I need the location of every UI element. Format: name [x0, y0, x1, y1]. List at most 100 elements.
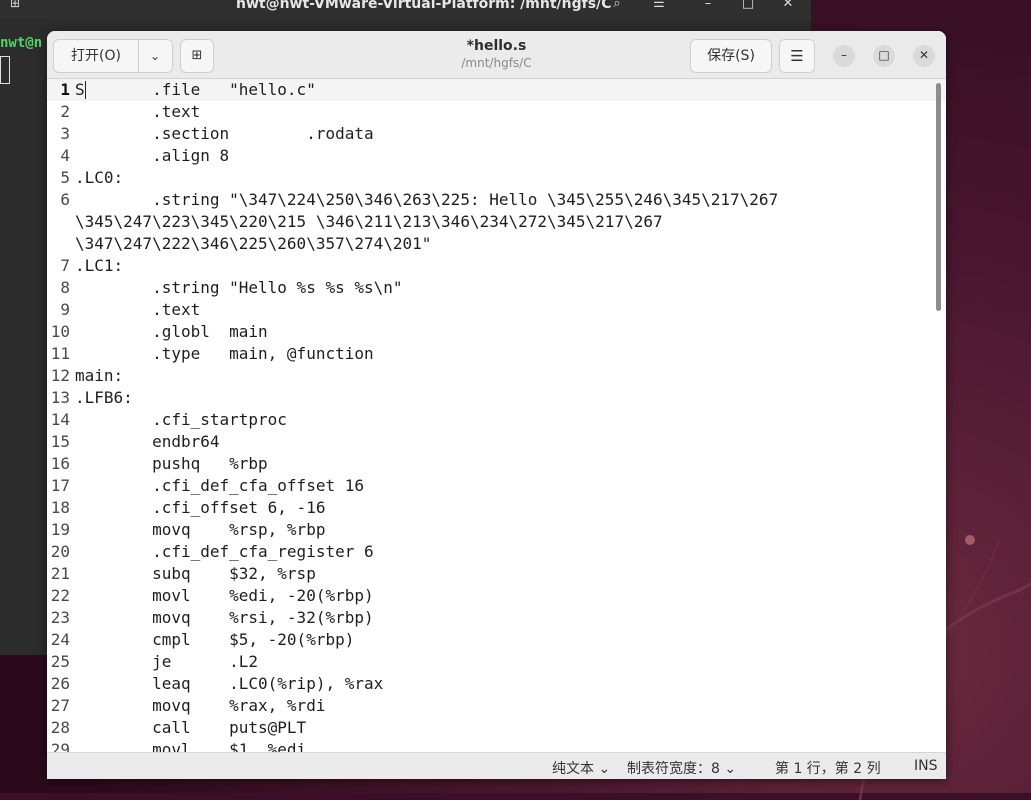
line-number: 3 — [60, 124, 70, 143]
code-line[interactable]: 9 .text — [47, 299, 946, 321]
code-line[interactable]: 21 subq $32, %rsp — [47, 563, 946, 585]
code-line[interactable]: 20 .cfi_def_cfa_register 6 — [47, 541, 946, 563]
line-text[interactable]: call puts@PLT — [75, 717, 306, 739]
text-editor-window: 打开(O) ⌄ ⊞ *hello.s /mnt/hgfs/C 保存(S) ☰ –… — [47, 31, 946, 779]
line-text[interactable]: .LC0: — [75, 167, 123, 189]
code-line[interactable]: 26 leaq .LC0(%rip), %rax — [47, 673, 946, 695]
hamburger-menu-icon[interactable]: ☰ — [648, 0, 670, 11]
line-text[interactable]: movq %rsp, %rbp — [75, 519, 325, 541]
code-line[interactable]: 10 .globl main — [47, 321, 946, 343]
line-text[interactable]: leaq .LC0(%rip), %rax — [75, 673, 383, 695]
editor-headerbar: 打开(O) ⌄ ⊞ *hello.s /mnt/hgfs/C 保存(S) ☰ –… — [47, 31, 946, 79]
line-text[interactable]: cmpl $5, -20(%rbp) — [75, 629, 354, 651]
line-text[interactable]: endbr64 — [75, 431, 219, 453]
line-number: 29 — [50, 740, 70, 752]
code-line[interactable]: 1 S .file "hello.c" — [47, 79, 946, 101]
line-number: 18 — [50, 498, 70, 517]
code-line[interactable]: 24 cmpl $5, -20(%rbp) — [47, 629, 946, 651]
line-text[interactable]: .text — [75, 299, 200, 321]
minimize-icon[interactable]: – — [697, 0, 719, 11]
code-line[interactable]: 19 movq %rsp, %rbp — [47, 519, 946, 541]
code-line[interactable]: 12 main: — [47, 365, 946, 387]
line-number: 14 — [50, 410, 70, 429]
line-text[interactable]: S .file "hello.c" — [75, 79, 316, 101]
line-text[interactable]: je .L2 — [75, 651, 258, 673]
line-number: 9 — [60, 300, 70, 319]
line-text[interactable]: movq %rsi, -32(%rbp) — [75, 607, 374, 629]
code-line[interactable]: 17 .cfi_def_cfa_offset 16 — [47, 475, 946, 497]
terminal-cursor — [0, 56, 10, 84]
line-text[interactable]: .cfi_def_cfa_offset 16 — [75, 475, 364, 497]
line-text[interactable]: .globl main — [75, 321, 268, 343]
search-icon[interactable]: ⌕ — [606, 0, 628, 11]
new-tab-icon[interactable]: ⊞ — [10, 0, 30, 14]
code-line[interactable]: \345\247\223\345\220\215 \346\211\213\34… — [47, 211, 946, 233]
text-caret — [85, 81, 86, 99]
hamburger-menu-icon[interactable]: ☰ — [779, 39, 815, 73]
line-number: 5 — [60, 168, 70, 187]
code-line[interactable]: 23 movq %rsi, -32(%rbp) — [47, 607, 946, 629]
line-number: 2 — [60, 102, 70, 121]
line-text[interactable]: \347\247\222\346\225\260\357\274\201" — [75, 233, 431, 255]
chevron-down-icon: ⌄ — [598, 761, 611, 777]
code-line[interactable]: 14 .cfi_startproc — [47, 409, 946, 431]
code-line[interactable]: 3 .section .rodata — [47, 123, 946, 145]
code-line[interactable]: 6 .string "\347\224\250\346\263\225: Hel… — [47, 189, 946, 211]
code-line[interactable]: 28 call puts@PLT — [47, 717, 946, 739]
code-line[interactable]: 22 movl %edi, -20(%rbp) — [47, 585, 946, 607]
code-line[interactable]: 2 .text — [47, 101, 946, 123]
line-number: 11 — [50, 344, 70, 363]
code-line[interactable]: 15 endbr64 — [47, 431, 946, 453]
minimize-icon[interactable]: – — [833, 45, 855, 67]
code-line[interactable]: 5 .LC0: — [47, 167, 946, 189]
line-text[interactable]: .string "Hello %s %s %s\n" — [75, 277, 402, 299]
cursor-position[interactable]: 第 1 行，第 2 列 — [775, 758, 881, 778]
line-number: 22 — [50, 586, 70, 605]
line-text[interactable]: .string "\347\224\250\346\263\225: Hello… — [75, 189, 778, 211]
line-number: 26 — [50, 674, 70, 693]
line-number: 7 — [60, 256, 70, 275]
code-line[interactable]: 16 pushq %rbp — [47, 453, 946, 475]
code-line[interactable]: 7 .LC1: — [47, 255, 946, 277]
code-line[interactable]: 4 .align 8 — [47, 145, 946, 167]
line-number: 15 — [50, 432, 70, 451]
line-number: 24 — [50, 630, 70, 649]
line-text[interactable]: .align 8 — [75, 145, 229, 167]
code-line[interactable]: 18 .cfi_offset 6, -16 — [47, 497, 946, 519]
code-line[interactable]: \347\247\222\346\225\260\357\274\201" — [47, 233, 946, 255]
close-icon[interactable]: ✕ — [913, 45, 935, 67]
line-text[interactable]: .cfi_offset 6, -16 — [75, 497, 325, 519]
code-line[interactable]: 29 movl $1, %edi — [47, 739, 946, 752]
save-button[interactable]: 保存(S) — [690, 39, 772, 73]
line-text[interactable]: movl %edi, -20(%rbp) — [75, 585, 374, 607]
language-selector[interactable]: 纯文本 ⌄ — [552, 758, 610, 778]
tab-width-selector[interactable]: 制表符宽度：8 ⌄ — [627, 758, 736, 778]
line-text[interactable]: .text — [75, 101, 200, 123]
line-text[interactable]: .cfi_def_cfa_register 6 — [75, 541, 374, 563]
line-number: 20 — [50, 542, 70, 561]
terminal-title: nwt@nwt-VMware-Virtual-Platform: /mnt/hg… — [236, 0, 612, 12]
line-text[interactable]: .LFB6: — [75, 387, 133, 409]
code-line[interactable]: 25 je .L2 — [47, 651, 946, 673]
line-text[interactable]: .section .rodata — [75, 123, 374, 145]
code-line[interactable]: 13 .LFB6: — [47, 387, 946, 409]
code-text-area[interactable]: 1S .file "hello.c" 2 .text 3 .section .rod… — [47, 79, 946, 752]
scrollbar-thumb[interactable] — [936, 83, 941, 311]
line-text[interactable]: movq %rax, %rdi — [75, 695, 325, 717]
line-text[interactable]: pushq %rbp — [75, 453, 268, 475]
code-line[interactable]: 27 movq %rax, %rdi — [47, 695, 946, 717]
line-text[interactable]: movl $1, %edi — [75, 739, 306, 752]
line-text[interactable]: \345\247\223\345\220\215 \346\211\213\34… — [75, 211, 663, 233]
line-text[interactable]: .LC1: — [75, 255, 123, 277]
maximize-icon[interactable]: □ — [873, 45, 895, 67]
code-line[interactable]: 8 .string "Hello %s %s %s\n" — [47, 277, 946, 299]
line-text[interactable]: main: — [75, 365, 123, 387]
code-line[interactable]: 11 .type main, @function — [47, 343, 946, 365]
line-text[interactable]: subq $32, %rsp — [75, 563, 316, 585]
maximize-icon[interactable]: □ — [737, 0, 759, 11]
line-text[interactable]: .type main, @function — [75, 343, 374, 365]
line-text[interactable]: .cfi_startproc — [75, 409, 287, 431]
line-number: 13 — [50, 388, 70, 407]
language-label: 纯文本 — [552, 761, 594, 777]
close-icon[interactable]: ✕ — [777, 0, 799, 11]
